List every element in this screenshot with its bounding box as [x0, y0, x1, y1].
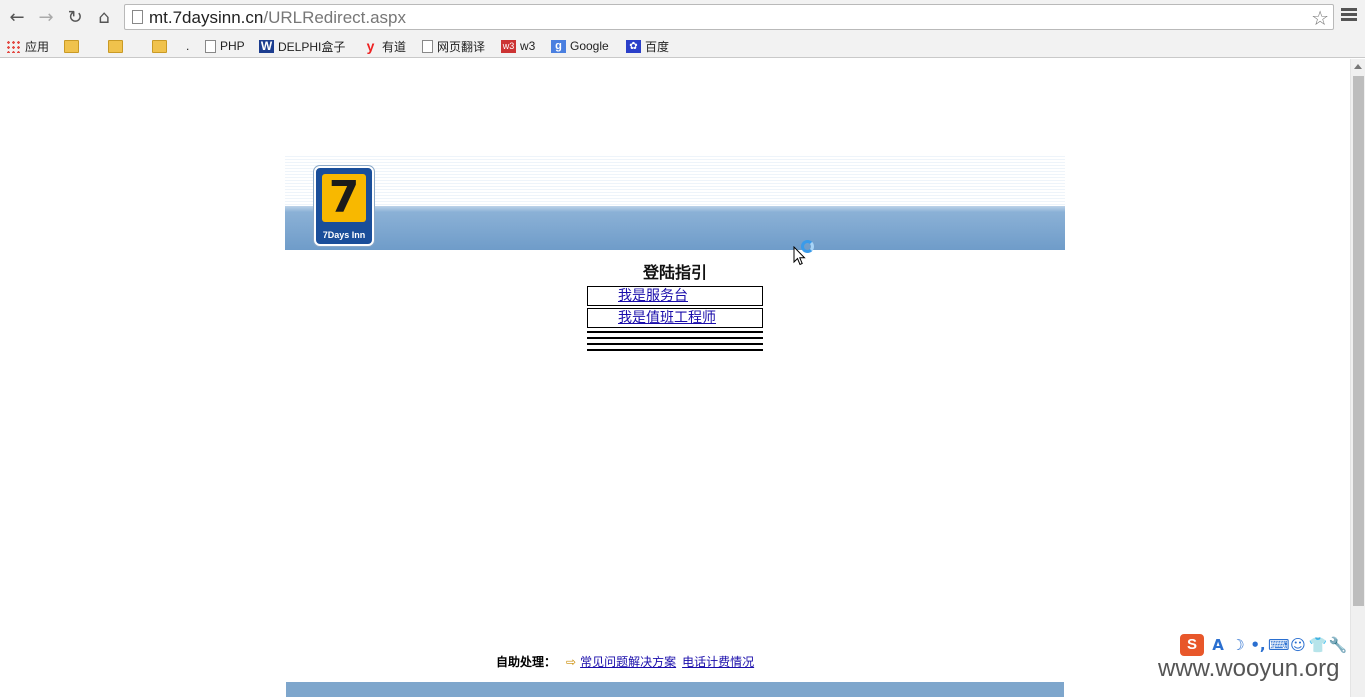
service-desk-link[interactable]: 我是服务台	[618, 287, 688, 305]
url-text: mt.7daysinn.cn/URLRedirect.aspx	[149, 8, 407, 27]
vertical-scrollbar[interactable]	[1350, 59, 1365, 697]
self-help-row: 自助处理： ⇨ 常见问题解决方案 电话计费情况	[496, 653, 760, 670]
menu-icon[interactable]	[1341, 8, 1357, 24]
duty-engineer-box: 我是值班工程师	[587, 308, 763, 328]
bookmarks-bar: 应用 . PHP W DELPHI盒子 y 有道 网页翻译 w3 w3 g Google…	[0, 34, 1365, 58]
duty-engineer-link[interactable]: 我是值班工程师	[618, 309, 716, 327]
reload-icon[interactable]: ↻	[63, 5, 87, 29]
logo-digit: 7	[322, 174, 366, 222]
empty-link-row	[587, 331, 763, 333]
page-icon	[205, 39, 216, 53]
login-guide-title: 登陆指引	[642, 263, 707, 282]
back-arrow-icon[interactable]: ←	[5, 5, 29, 29]
ime-skin-icon[interactable]: 👕	[1308, 636, 1328, 654]
address-bar[interactable]: mt.7daysinn.cn/URLRedirect.aspx ☆	[124, 4, 1334, 30]
baidu-paw-icon: ✿	[626, 39, 641, 53]
youdao-icon: y	[366, 37, 375, 54]
7daysinn-logo: 7 7Days Inn	[314, 166, 374, 246]
watermark-text: www.wooyun.org	[1158, 655, 1340, 682]
bookmark-php[interactable]: PHP	[205, 37, 245, 55]
ime-moon-icon[interactable]: ☽	[1228, 636, 1248, 654]
page-icon	[422, 39, 433, 53]
home-icon[interactable]: ⌂	[92, 5, 116, 29]
empty-link-row	[587, 349, 763, 351]
apps-grid-icon	[6, 39, 21, 53]
bookmark-youdao[interactable]: y 有道	[363, 37, 406, 55]
folder-icon	[152, 39, 167, 53]
forward-arrow-icon[interactable]: →	[34, 5, 58, 29]
w3-icon: w3	[501, 39, 516, 53]
bookmark-folder[interactable]	[108, 37, 127, 55]
logo-brand-text: 7Days Inn	[322, 230, 366, 240]
ime-font-icon[interactable]: A	[1208, 636, 1228, 654]
bookmark-folder[interactable]	[152, 37, 171, 55]
empty-link-row	[587, 343, 763, 345]
bookmark-delphi[interactable]: W DELPHI盒子	[259, 37, 345, 55]
delphi-w-icon: W	[259, 38, 274, 53]
self-help-label: 自助处理：	[496, 655, 557, 669]
folder-icon	[64, 39, 79, 53]
header-banner: 7 7Days Inn	[285, 154, 1065, 250]
folder-icon	[108, 39, 123, 53]
bookmark-google[interactable]: g Google	[551, 37, 609, 55]
ime-punctuation-icon[interactable]: •,	[1248, 636, 1268, 654]
ime-toolbar: S A ☽ •, ⌨ ☺ 👕 🔧	[1180, 633, 1348, 657]
service-desk-box: 我是服务台	[587, 286, 763, 306]
page-icon	[132, 10, 143, 24]
bookmark-apps[interactable]: 应用	[6, 37, 49, 55]
bookmark-star-icon[interactable]: ☆	[1311, 6, 1329, 30]
google-icon: g	[551, 39, 566, 53]
scroll-thumb[interactable]	[1353, 76, 1364, 606]
bookmark-baidu[interactable]: ✿ 百度	[626, 37, 669, 55]
page-viewport: 7 7Days Inn 登陆指引 我是服务台 我是值班工程师 自助处理： ⇨ 常…	[0, 59, 1365, 697]
phone-billing-link[interactable]: 电话计费情况	[682, 653, 754, 670]
faq-solutions-link[interactable]: 常见问题解决方案	[580, 653, 676, 670]
sogou-logo-icon[interactable]: S	[1180, 634, 1204, 656]
ime-keyboard-icon[interactable]: ⌨	[1268, 636, 1290, 654]
ime-user-icon[interactable]: ☺	[1288, 636, 1308, 654]
mouse-cursor-icon	[793, 246, 806, 266]
ime-settings-icon[interactable]: 🔧	[1328, 636, 1348, 654]
bookmark-folder[interactable]	[64, 37, 83, 55]
bookmark-dot[interactable]: .	[186, 37, 189, 55]
scroll-up-arrow-icon[interactable]	[1354, 64, 1362, 69]
footer-bar	[286, 682, 1064, 697]
empty-link-row	[587, 337, 763, 339]
arrow-right-icon: ⇨	[566, 654, 577, 669]
bookmark-translate[interactable]: 网页翻译	[422, 37, 485, 55]
bookmark-w3[interactable]: w3 w3	[501, 37, 535, 55]
browser-toolbar: ← → ↻ ⌂ mt.7daysinn.cn/URLRedirect.aspx …	[0, 0, 1365, 34]
